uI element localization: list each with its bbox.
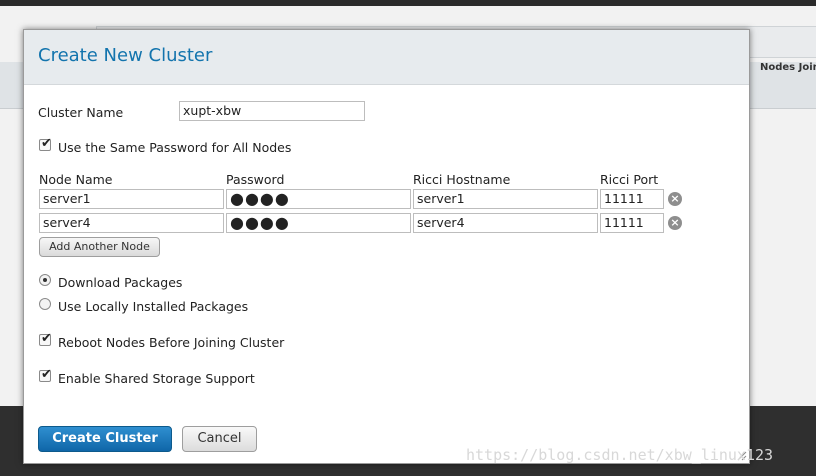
dialog-title: Create New Cluster [38,45,213,66]
download-packages-radio[interactable] [39,274,51,286]
same-password-label: Use the Same Password for All Nodes [58,140,292,155]
password-input[interactable]: ●●●● [226,189,411,209]
checkmark-icon: ✔ [41,367,52,382]
column-header-password: Password [226,172,285,187]
cluster-name-input[interactable]: xupt-xbw [179,101,365,121]
local-packages-label: Use Locally Installed Packages [58,299,249,314]
ricci-port-input[interactable]: 11111 [600,213,664,233]
shared-storage-label: Enable Shared Storage Support [58,371,255,386]
column-header-ricci-port: Ricci Port [600,172,659,187]
dialog-header: Create New Cluster [24,30,749,85]
ricci-hostname-input[interactable]: server1 [413,189,598,209]
add-another-node-button[interactable]: Add Another Node [39,237,160,257]
cancel-button[interactable]: Cancel [182,426,257,452]
download-packages-label: Download Packages [58,275,183,290]
shared-storage-checkbox[interactable]: ✔ [39,367,52,382]
local-packages-radio[interactable] [39,298,51,310]
create-cluster-button[interactable]: Create Cluster [38,426,172,452]
background-column-header: Nodes Join [760,62,816,73]
node-name-input[interactable]: server4 [39,213,224,233]
watermark: https://blog.csdn.net/xbw_linux123 [466,446,774,464]
remove-node-icon[interactable]: × [668,216,682,230]
cluster-name-label: Cluster Name [38,105,124,120]
ricci-port-input[interactable]: 11111 [600,189,664,209]
ricci-hostname-input[interactable]: server4 [413,213,598,233]
remove-node-icon[interactable]: × [668,192,682,206]
checkmark-icon: ✔ [41,136,52,151]
create-cluster-dialog: Create New Cluster Cluster Name xupt-xbw… [23,29,750,464]
radio-selected-dot [43,278,47,282]
checkmark-icon: ✔ [41,331,52,346]
node-name-input[interactable]: server1 [39,189,224,209]
reboot-nodes-label: Reboot Nodes Before Joining Cluster [58,335,285,350]
password-input[interactable]: ●●●● [226,213,411,233]
reboot-nodes-checkbox[interactable]: ✔ [39,331,52,346]
column-header-ricci-hostname: Ricci Hostname [413,172,511,187]
column-header-node-name: Node Name [39,172,113,187]
same-password-checkbox[interactable]: ✔ [39,136,52,151]
